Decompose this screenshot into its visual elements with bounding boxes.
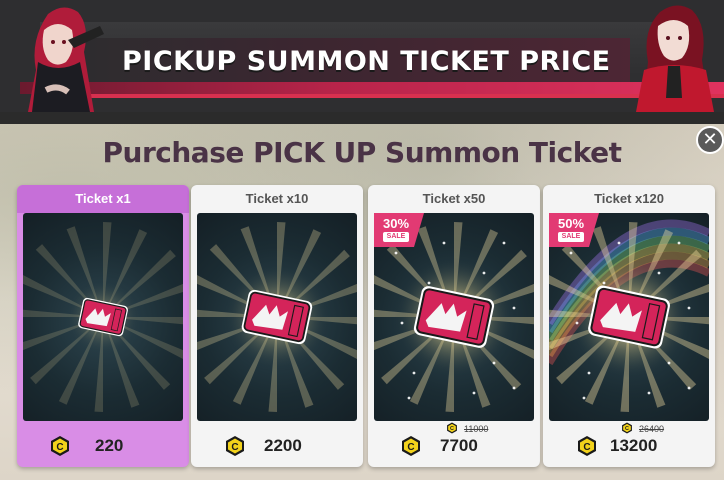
character-left-portrait xyxy=(28,7,104,112)
sale-label: SALE xyxy=(558,232,584,242)
price-value: 13200 xyxy=(610,436,658,455)
banner-red-underline xyxy=(40,94,724,98)
original-price: 26400 xyxy=(639,424,665,434)
price-row: C 220 xyxy=(17,431,189,459)
ticket-card-label: Ticket x120 xyxy=(594,191,664,206)
ticket-card[interactable]: Ticket x10 C 2200 xyxy=(191,185,363,467)
svg-text:C: C xyxy=(625,426,629,432)
ticket-card-label: Ticket x10 xyxy=(245,191,309,206)
currency-coin-icon: C xyxy=(402,436,420,456)
ticket-image xyxy=(197,213,357,421)
ticket-artwork xyxy=(23,222,183,412)
close-icon: ✕ xyxy=(702,129,718,150)
ticket-image xyxy=(23,213,183,421)
svg-text:C: C xyxy=(407,442,414,453)
original-price: 11000 xyxy=(464,424,489,434)
price-value: 2200 xyxy=(264,436,302,455)
ticket-card[interactable]: Ticket x120 50% SALE C 13200 C 26400 xyxy=(543,185,715,467)
ticket-card[interactable]: Ticket x1 C 220 xyxy=(17,185,189,467)
price-value: 7700 xyxy=(440,436,478,455)
ticket-card-label: Ticket x1 xyxy=(17,185,189,213)
currency-coin-small-icon: C xyxy=(622,422,632,434)
character-right-portrait xyxy=(636,5,714,112)
currency-coin-icon: C xyxy=(578,436,596,456)
banner-red-stripe xyxy=(20,82,724,94)
ticket-card-label: Ticket x50 xyxy=(422,191,486,206)
svg-text:C: C xyxy=(56,442,63,453)
sale-badge: 50% SALE xyxy=(549,213,599,247)
dialog-title: Purchase PICK UP Summon Ticket xyxy=(102,136,622,169)
ticket-artwork xyxy=(197,222,357,412)
sale-label: SALE xyxy=(383,232,409,242)
price-row: C 13200 C 26400 xyxy=(543,422,715,459)
banner-title: PICKUP SUMMON TICKET PRICE xyxy=(122,46,611,77)
svg-text:C: C xyxy=(450,426,454,432)
sale-percent: 30% xyxy=(382,216,410,231)
close-button[interactable]: ✕ xyxy=(696,126,724,154)
header-banner: PICKUP SUMMON TICKET PRICE xyxy=(0,0,724,112)
currency-coin-small-icon: C xyxy=(447,422,457,434)
price-row: C 7700 C 11000 xyxy=(368,422,540,459)
currency-coin-icon: C xyxy=(226,436,244,456)
svg-text:C: C xyxy=(583,442,590,453)
sale-percent: 50% xyxy=(557,216,585,231)
price-row: C 2200 xyxy=(191,431,363,459)
ticket-card[interactable]: Ticket x50 30% SALE C 7700 C 11000 xyxy=(368,185,540,467)
svg-text:C: C xyxy=(231,442,238,453)
currency-coin-icon: C xyxy=(51,436,69,456)
price-value: 220 xyxy=(95,436,124,455)
sale-badge: 30% SALE xyxy=(374,213,424,247)
